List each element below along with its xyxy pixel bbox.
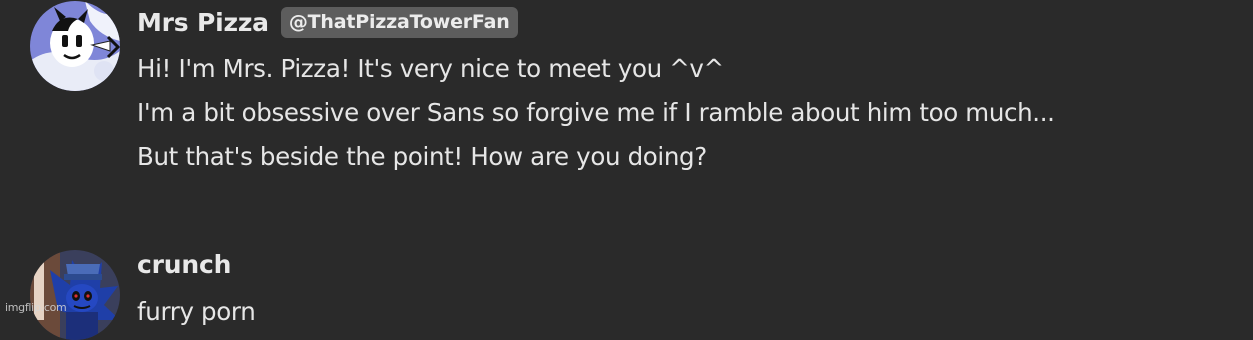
blue-hedgehog-avatar-icon <box>30 250 120 340</box>
message-text-line: But that's beside the point! How are you… <box>137 142 707 171</box>
user-handle-badge[interactable]: @ThatPizzaTowerFan <box>280 7 518 38</box>
watermark: imgflip.com <box>5 301 67 314</box>
author-name[interactable]: Mrs Pizza <box>137 8 269 37</box>
cartoon-character-avatar-icon <box>30 1 120 91</box>
message-item: Mrs Pizza @ThatPizzaTowerFan Hi! I'm Mrs… <box>0 0 1253 200</box>
message-text-line: Hi! I'm Mrs. Pizza! It's very nice to me… <box>137 54 724 83</box>
user-avatar[interactable] <box>30 1 120 91</box>
message-item: crunch furry porn <box>0 240 1253 340</box>
message-text-line: I'm a bit obsessive over Sans so forgive… <box>137 98 1055 127</box>
author-name[interactable]: crunch <box>137 250 231 279</box>
message-text-line: furry porn <box>137 297 256 326</box>
user-avatar[interactable] <box>30 250 120 340</box>
